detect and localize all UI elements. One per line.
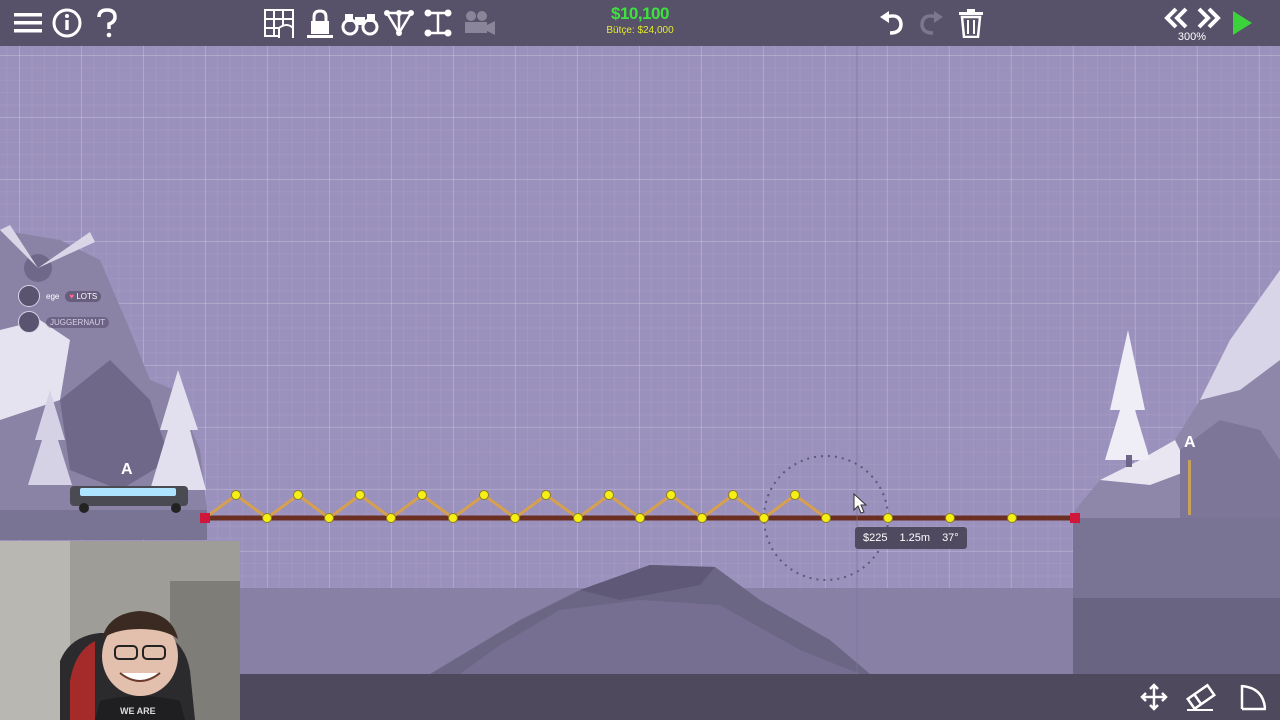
wood-member[interactable] bbox=[483, 493, 516, 520]
truss-icon[interactable] bbox=[382, 6, 416, 40]
fast-forward-icon[interactable] bbox=[1195, 4, 1223, 32]
bridge-joint[interactable] bbox=[262, 513, 272, 523]
bridge-joint[interactable] bbox=[231, 490, 241, 500]
chat-badge: ♥ LOTS bbox=[65, 290, 102, 302]
redo-icon[interactable] bbox=[915, 6, 947, 40]
bridge-joint[interactable] bbox=[386, 513, 396, 523]
play-icon[interactable] bbox=[1228, 6, 1256, 40]
bridge-joint[interactable] bbox=[604, 490, 614, 500]
member-length: 1.25m bbox=[899, 532, 931, 544]
chat-row: JUGGERNAUT bbox=[18, 309, 110, 335]
bridge-joint[interactable] bbox=[728, 490, 738, 500]
wood-member[interactable] bbox=[328, 493, 361, 520]
streamer-image bbox=[0, 541, 240, 720]
member-cost: $225 bbox=[863, 532, 888, 544]
bridge-joint[interactable] bbox=[635, 513, 645, 523]
bridge-joint[interactable] bbox=[479, 490, 489, 500]
wood-member[interactable] bbox=[639, 493, 672, 520]
chat-username: ege bbox=[46, 291, 60, 301]
webcam-overlay: WE ARE bbox=[0, 541, 240, 720]
money-spent: $10,100 bbox=[611, 4, 669, 23]
wood-member[interactable] bbox=[359, 493, 392, 520]
mouse-cursor bbox=[853, 492, 868, 514]
info-icon[interactable] bbox=[50, 6, 84, 40]
bridge-joint[interactable] bbox=[573, 513, 583, 523]
right-checkpoint-label: A bbox=[1184, 434, 1196, 451]
heart-icon: ♥ bbox=[69, 291, 75, 301]
wood-member[interactable] bbox=[545, 493, 579, 520]
left-checkpoint-label: A bbox=[121, 461, 133, 478]
member-tooltip: $225 1.25m 37° bbox=[855, 527, 967, 549]
undo-icon[interactable] bbox=[876, 6, 908, 40]
shirt-text: WE ARE bbox=[120, 706, 156, 716]
wood-member[interactable] bbox=[701, 493, 734, 520]
bridge-joint[interactable] bbox=[759, 513, 769, 523]
grid-icon[interactable] bbox=[262, 6, 296, 40]
wood-member[interactable] bbox=[266, 493, 299, 520]
bridge-joint[interactable] bbox=[790, 490, 800, 500]
bridge-joint[interactable] bbox=[697, 513, 707, 523]
bridge-joint[interactable] bbox=[666, 490, 676, 500]
camera-icon[interactable] bbox=[461, 6, 497, 40]
wood-member[interactable] bbox=[670, 493, 703, 520]
right-cliff-lower bbox=[1073, 598, 1280, 674]
bridge-joint[interactable] bbox=[448, 513, 458, 523]
bridge-joint[interactable] bbox=[883, 513, 893, 523]
chat-badge-text: LOTS bbox=[76, 291, 98, 301]
wood-member[interactable] bbox=[732, 493, 765, 520]
right-tree bbox=[1105, 330, 1150, 460]
bridge-joint[interactable] bbox=[1007, 513, 1017, 523]
joint-icon[interactable] bbox=[421, 6, 455, 40]
member-angle: 37° bbox=[942, 532, 959, 544]
bridge-joint[interactable] bbox=[821, 513, 831, 523]
wood-member[interactable] bbox=[390, 493, 423, 520]
wood-member[interactable] bbox=[235, 493, 268, 520]
left-anchor bbox=[200, 513, 210, 523]
bottom-toolbar bbox=[240, 674, 1280, 720]
wood-member[interactable] bbox=[421, 493, 454, 520]
stream-chat-overlay: ege ♥ LOTS JUGGERNAUT bbox=[18, 283, 110, 335]
avatar bbox=[18, 285, 40, 307]
rewind-icon[interactable] bbox=[1162, 4, 1190, 32]
chat-username: JUGGERNAUT bbox=[46, 316, 110, 328]
budget-display: $10,100 Bütçe: $24,000 bbox=[580, 4, 700, 36]
lock-icon[interactable] bbox=[303, 6, 337, 40]
bridge-joint[interactable] bbox=[541, 490, 551, 500]
wood-member[interactable] bbox=[514, 493, 547, 520]
trash-icon[interactable] bbox=[955, 6, 987, 40]
wood-member[interactable] bbox=[577, 493, 610, 520]
eraser-icon[interactable] bbox=[1183, 680, 1219, 714]
wood-member[interactable] bbox=[608, 493, 641, 520]
wood-member[interactable] bbox=[763, 493, 796, 520]
bridge-joint[interactable] bbox=[510, 513, 520, 523]
curve-icon[interactable] bbox=[1236, 680, 1272, 714]
help-icon[interactable] bbox=[92, 6, 122, 40]
bridge-joint[interactable] bbox=[945, 513, 955, 523]
binoculars-icon[interactable] bbox=[340, 6, 380, 40]
bridge-joint[interactable] bbox=[355, 490, 365, 500]
menu-icon[interactable] bbox=[12, 6, 44, 40]
budget-limit: Bütçe: $24,000 bbox=[606, 25, 674, 36]
zoom-level: 300% bbox=[1177, 31, 1207, 43]
right-anchor bbox=[1070, 513, 1080, 523]
chat-row: ege ♥ LOTS bbox=[18, 283, 109, 309]
wood-member[interactable] bbox=[794, 493, 827, 520]
avatar bbox=[18, 311, 40, 333]
bridge-joint[interactable] bbox=[293, 490, 303, 500]
bridge-joint[interactable] bbox=[417, 490, 427, 500]
move-icon[interactable] bbox=[1136, 680, 1172, 714]
wood-member[interactable] bbox=[452, 493, 485, 520]
bridge-joint[interactable] bbox=[324, 513, 334, 523]
right-checkpoint-post bbox=[1188, 460, 1191, 515]
wood-member[interactable] bbox=[297, 493, 330, 520]
right-tree-trunk bbox=[1126, 455, 1132, 467]
